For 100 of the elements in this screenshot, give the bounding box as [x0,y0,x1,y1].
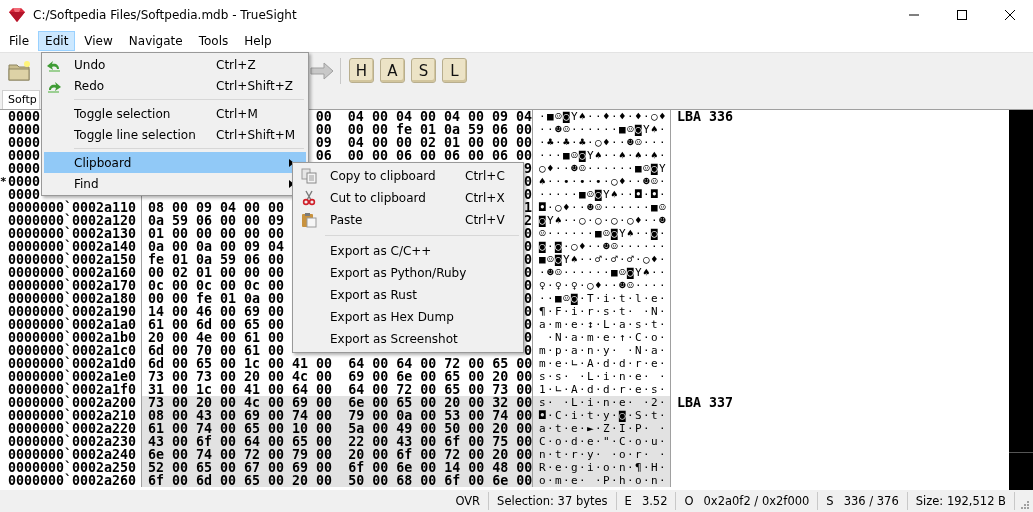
letter-tile-button[interactable]: L [442,58,467,83]
menu-item[interactable]: File [2,31,37,51]
letter-tile-button[interactable]: S [411,58,436,83]
menu-item[interactable]: Paste Ctrl+V [295,209,521,231]
status-text: Size: 192,512 B [915,494,1006,508]
ascii-cell: R·e·g·i·o·n·¶·H· [532,461,670,474]
menu-item[interactable]: Export as Python/Ruby [295,262,521,284]
hex-bytes: 0a 00 0a 00 09 04 [148,240,285,253]
ascii-cell: n·t·r·y· ·o·r· · [532,448,670,461]
ascii-cell: ◙Y♠··○·○·○·○♦··☻ [532,214,670,227]
ascii-cell: a·m·e·↕·L·a·s·t· [532,318,670,331]
menu-item[interactable]: Navigate [121,31,190,51]
address-cell: 0000000`0002a130 [8,226,137,241]
ascii-cell: ·☻☺······■☺◙Y♠·· [532,266,670,279]
row-marker: * [0,175,8,188]
file-tab[interactable]: Softp [2,90,40,109]
address-cell: 0000000`0002a1f0 [8,382,137,397]
menu-item[interactable]: Export as Screenshot [295,328,521,350]
address-cell: 0000 [8,148,41,163]
hex-bytes: fe 01 0a 59 06 00 [148,253,285,266]
ascii-cell: ○♦··☻☺······■☺◙Y [532,162,670,175]
hex-bytes: 0 [524,240,532,253]
ascii-cell: m·p·a·n·y· ·N·a· [532,344,670,357]
menu-item[interactable]: Redo Ctrl+Shift+Z [44,75,306,96]
address-cell: 0000000`0002a230 [8,434,137,449]
clipboard-icon [301,212,317,228]
address-cell: 0000000`0002a110 [8,200,137,215]
maximize-icon[interactable] [957,10,967,20]
hex-bytes: 2 [524,214,532,227]
hex-cell: 73 00 20 00 4c 00 69 00 6e 00 65 00 20 00 32 00 [141,396,532,409]
copy-icon [301,168,317,184]
ascii-cell: ◙·◙·○♦··☻☺······ [532,240,670,253]
menu-item[interactable]: Export as Hex Dump [295,306,521,328]
hex-bytes: 00 04 00 04 00 04 00 09 04 [315,110,532,123]
hex-bytes: 0a 59 06 00 00 09 [148,214,285,227]
address-cell: 0000000`0002a1c0 [8,343,137,358]
ascii-cell: ☺······■☺◙Y♠··◙· [532,227,670,240]
hex-cell: 43 00 6f 00 64 00 65 00 22 00 43 00 6f 00 75 00 [141,435,532,448]
ascii-cell: ¶·F·i·r·s·t· ·N· [532,305,670,318]
ascii-cell: ··■☺◙·T·i·t·l·e· [532,292,670,305]
menu-item[interactable]: Undo Ctrl+Z [44,54,306,75]
address-cell: 0000000`0002a200 [8,395,137,410]
hex-cell: 73 00 73 00 20 00 4c 00 69 00 6e 00 65 00 20 00 [141,370,532,383]
hex-bytes: 0 [524,188,532,201]
letter-tile-button[interactable]: A [380,58,405,83]
ascii-cell: ·■☺◙Y♠··♦·♦·♦·○♦ [532,110,670,123]
hex-bytes: 01 00 00 00 00 00 [148,227,285,240]
lba-label: LBA 336 [677,110,734,124]
address-cell: 0000000`0002a1a0 [8,317,137,332]
status-text: Selection: 37 bytes [497,494,608,508]
menu-item[interactable]: View [77,31,120,51]
ascii-cell: ■☺◙Y♠··♂·♂·♂·○♦· [532,253,670,266]
hex-cell: 52 00 65 00 67 00 69 00 6f 00 6e 00 14 00 48 00 [141,461,532,474]
folder-icon[interactable] [8,60,30,81]
menu-item[interactable]: Edit [38,31,76,51]
ascii-cell: C·o·d·e·"·C·o·u· [532,435,670,448]
hex-bytes: 0 [524,175,532,188]
scissors-icon [301,190,317,206]
address-cell: 0000 [8,135,41,150]
menu-item[interactable]: Toggle selection Ctrl+M [44,103,306,124]
hex-bytes: 0 [524,253,532,266]
menu-item[interactable]: Toggle line selection Ctrl+Shift+M [44,124,306,145]
hex-bytes: 08 00 09 04 00 00 [148,201,285,214]
address-cell: 0000 [8,110,41,124]
menu-item[interactable]: Help [237,31,279,51]
ascii-cell: o·m·e· ·P·h·o·n· [532,474,670,487]
address-cell: 0000000`0002a190 [8,304,137,319]
submenu-arrow-icon [289,180,294,188]
address-cell: 0000000`0002a260 [8,473,137,488]
address-cell: 0000000`0002a250 [8,460,137,475]
hex-cell: 08 00 43 00 69 00 74 00 79 00 0a 00 53 00 74 00 [141,409,532,422]
hex-bytes: 0c 00 0c 00 0c 00 [148,279,285,292]
ascii-cell: ···■☺◙Y♠··♠·♠·♠· [532,149,670,162]
ascii-cell: ♀·♀·♀·○♦··☻☺···· [532,279,670,292]
status-key: S [826,494,834,508]
status-value: 336 / 376 [843,494,899,508]
ascii-cell: ♠··•·•·•·○♦··☻☺· [532,175,670,188]
hex-cell: 6f 00 6d 00 65 00 20 00 50 00 68 00 6f 00 6e 00 [141,474,532,487]
menu-item[interactable]: Export as Rust [295,284,521,306]
menu-item[interactable]: Tools [191,31,236,51]
address-cell: 0000 [8,187,41,202]
address-cell: 0000000`0002a220 [8,421,137,436]
hex-bytes: 0 [524,305,532,318]
lba-label: LBA 337 [677,395,734,410]
hex-cell: 6d 00 65 00 1c 00 41 00 64 00 64 00 72 00 65 00 [141,357,532,370]
ascii-cell: ··☻☺······■☺◙Y♠· [532,123,670,136]
resize-grip-icon[interactable] [1021,501,1029,509]
submenu-arrow-icon [289,159,294,167]
status-key: O [684,494,694,508]
hex-bytes: 0 [524,279,532,292]
status-key: E [624,494,632,508]
close-icon[interactable] [1005,10,1015,20]
ascii-cell: ·N·a·m·e·↑·C·o· [532,331,670,344]
letter-tile-button[interactable]: H [349,58,374,83]
menu-item[interactable]: Clipboard [44,152,306,173]
scrollbar[interactable] [1009,110,1033,490]
ascii-cell: a·t·e·►·Z·I·P· · [532,422,670,435]
hex-bytes: 00 02 01 00 00 00 [148,266,285,279]
hex-bytes: 6d 00 70 00 61 00 [148,344,285,357]
menu-item[interactable]: Export as C/C++ [295,240,521,262]
